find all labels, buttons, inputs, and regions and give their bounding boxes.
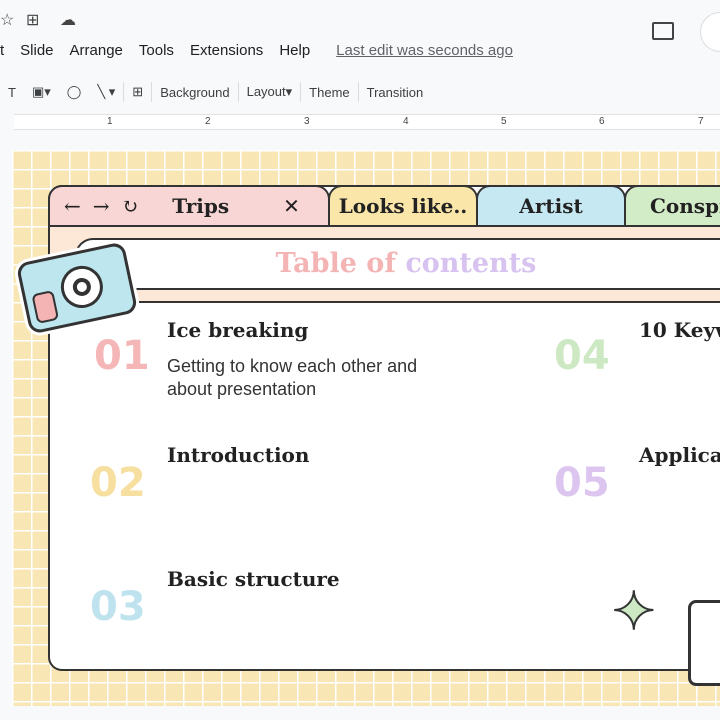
tab-conspiracy: Conspir [624, 185, 720, 225]
menu-bar: t Slide Arrange Tools Extensions Help La… [0, 42, 529, 59]
title-part-b: contents [405, 248, 537, 279]
image-icon[interactable]: ▣▾ [24, 84, 59, 100]
comments-icon[interactable] [652, 22, 674, 40]
tab-artist: Artist [476, 185, 626, 225]
toolbar: T ▣▾ ◯ ╲ ▾ ⊞ Background Layout▾ Theme Tr… [0, 78, 720, 106]
item-heading: Applicati [639, 443, 720, 467]
item-number: 01 [94, 333, 150, 379]
page-title: Table of contents [75, 238, 720, 290]
tab-trips: ← → ↻ Trips ✕ [48, 185, 330, 225]
last-edit-link[interactable]: Last edit was seconds ago [336, 42, 513, 59]
ruler[interactable]: 1 2 3 4 5 6 7 [14, 114, 720, 130]
ruler-tick: 1 [107, 116, 113, 127]
photo-sticker [688, 600, 720, 686]
ruler-tick: 5 [501, 116, 507, 127]
ruler-tick: 7 [698, 116, 704, 127]
layout-button[interactable]: Layout▾ [239, 84, 301, 100]
item-description: Getting to know each other and about pre… [167, 356, 418, 399]
item-heading: Introduction [167, 443, 310, 467]
title-part-a: Table of [275, 248, 396, 279]
menu-tools[interactable]: Tools [139, 42, 174, 59]
menu-extensions[interactable]: Extensions [190, 42, 263, 59]
move-to-folder-icon[interactable]: ⊞ [26, 10, 39, 30]
layout-label: Layout [246, 84, 286, 99]
account-avatar[interactable] [700, 12, 720, 52]
transition-button[interactable]: Transition [359, 85, 432, 100]
item-number: 02 [90, 460, 146, 506]
star-icon[interactable]: ☆ [0, 10, 14, 30]
tab-label: Trips [172, 194, 230, 218]
menu-slide[interactable]: Slide [20, 42, 53, 59]
ruler-tick: 2 [205, 116, 211, 127]
item-heading: Basic structure [167, 567, 340, 591]
back-arrow-icon: ← [64, 194, 81, 218]
tab-looks-like: Looks like.. [328, 185, 478, 225]
item-heading: Ice breaking [167, 318, 309, 342]
close-icon: ✕ [283, 194, 300, 218]
menu-insert[interactable]: t [0, 42, 4, 59]
reload-icon: ↻ [121, 194, 139, 218]
menu-help[interactable]: Help [279, 42, 310, 59]
shape-icon[interactable]: ◯ [59, 84, 90, 100]
item-number: 05 [554, 460, 610, 506]
line-icon[interactable]: ╲ ▾ [89, 84, 123, 100]
background-button[interactable]: Background [152, 85, 237, 100]
item-number: 04 [554, 333, 610, 379]
forward-arrow-icon: → [92, 194, 110, 218]
menu-arrange[interactable]: Arrange [70, 42, 123, 59]
ruler-tick: 3 [304, 116, 310, 127]
comment-add-icon[interactable]: ⊞ [124, 84, 151, 100]
cloud-saved-icon[interactable]: ☁ [60, 10, 76, 30]
item-number: 03 [90, 584, 146, 630]
theme-button[interactable]: Theme [301, 85, 357, 100]
sparkle-icon: ✦ [611, 583, 657, 641]
ruler-tick: 4 [403, 116, 409, 127]
ruler-tick: 6 [599, 116, 605, 127]
item-heading: 10 Keywo [639, 318, 720, 342]
textbox-icon[interactable]: T [0, 85, 24, 100]
